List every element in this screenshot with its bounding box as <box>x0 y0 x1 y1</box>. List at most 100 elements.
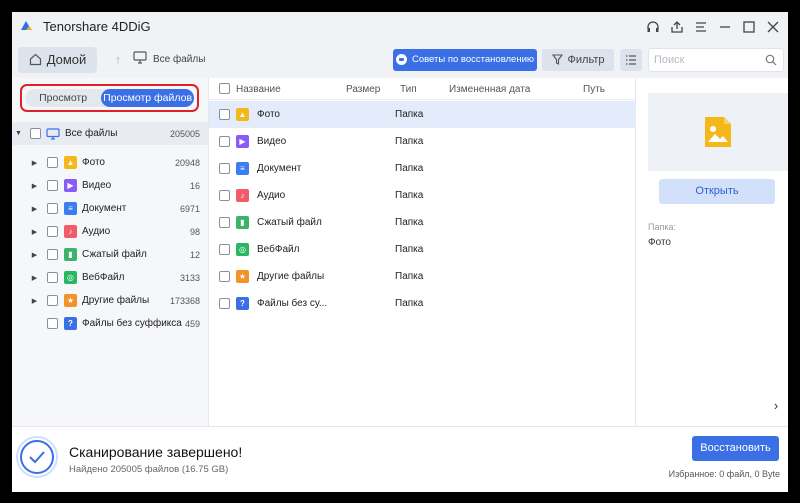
tree-count: 173368 <box>169 295 200 306</box>
other-files-icon: ★ <box>236 270 249 283</box>
checkbox[interactable] <box>30 128 41 139</box>
caret-down-icon[interactable]: ▼ <box>14 130 23 137</box>
minimize-icon[interactable] <box>716 18 734 36</box>
computer-icon <box>133 50 147 69</box>
computer-icon <box>46 127 60 140</box>
tree-item-all-files[interactable]: ▼ Все файлы 205005 <box>12 122 208 145</box>
document-icon: ≡ <box>64 202 77 215</box>
tree-item-audio[interactable]: ▶ ♪ Аудио 98 <box>12 220 208 243</box>
checkbox[interactable] <box>47 318 58 329</box>
select-all-checkbox[interactable] <box>219 83 230 94</box>
tree-count: 20948 <box>174 157 200 168</box>
search-input[interactable] <box>649 53 759 66</box>
checkbox[interactable] <box>47 249 58 260</box>
open-button[interactable]: Открыть <box>659 179 775 204</box>
column-modified[interactable]: Измененная дата <box>449 84 530 95</box>
document-icon: ≡ <box>236 162 249 175</box>
row-type: Папка <box>395 271 424 282</box>
breadcrumb[interactable]: Все файлы <box>153 54 205 65</box>
video-icon: ▶ <box>64 179 77 192</box>
table-row[interactable]: ★ Другие файлы Папка <box>209 263 636 290</box>
folder-label: Папка: <box>648 222 676 232</box>
caret-right-icon[interactable]: ▶ <box>30 251 39 259</box>
caret-right-icon[interactable]: ▶ <box>30 274 39 282</box>
row-type: Папка <box>395 190 424 201</box>
up-arrow-icon[interactable]: ↑ <box>111 52 125 67</box>
checkbox[interactable] <box>219 109 230 120</box>
caret-right-icon[interactable]: ▶ <box>30 297 39 305</box>
checkbox[interactable] <box>47 272 58 283</box>
caret-right-icon[interactable]: ▶ <box>30 182 39 190</box>
row-type: Папка <box>395 109 424 120</box>
app-title: Tenorshare 4DDiG <box>43 19 151 34</box>
checkbox[interactable] <box>219 217 230 228</box>
audio-icon: ♪ <box>64 225 77 238</box>
tree-item-other[interactable]: ▶ ★ Другие файлы 173368 <box>12 289 208 312</box>
tree-item-photo[interactable]: ▶ ▲ Фото 20948 <box>12 151 208 174</box>
checkbox[interactable] <box>219 190 230 201</box>
view-toggle-highlight: Просмотр Просмотр файлов <box>20 84 199 112</box>
tree-label: Файлы без суффикса <box>82 318 182 329</box>
chevron-right-icon[interactable]: › <box>768 396 784 416</box>
row-type: Папка <box>395 244 424 255</box>
tab-preview[interactable]: Просмотр <box>25 89 101 107</box>
checkbox[interactable] <box>219 271 230 282</box>
filter-button[interactable]: Фильтр <box>542 48 614 71</box>
row-name: Фото <box>257 109 280 120</box>
tree-count: 16 <box>189 180 200 191</box>
tree-item-web[interactable]: ▶ ◎ ВебФайл 3133 <box>12 266 208 289</box>
tab-file-view[interactable]: Просмотр файлов <box>101 89 194 107</box>
table-row[interactable]: ? Файлы без су... Папка <box>209 290 636 317</box>
app-logo-icon <box>19 19 34 34</box>
tree-label: Другие файлы <box>82 295 150 306</box>
home-button[interactable]: Домой <box>18 46 97 73</box>
scan-status-title: Сканирование завершено! <box>69 444 243 460</box>
checkbox[interactable] <box>219 136 230 147</box>
checkbox[interactable] <box>219 163 230 174</box>
caret-right-icon[interactable]: ▶ <box>30 205 39 213</box>
checkbox[interactable] <box>47 295 58 306</box>
share-icon[interactable] <box>668 18 686 36</box>
search-icon[interactable] <box>765 54 777 66</box>
list-header: Название Размер Тип Измененная дата Путь <box>209 78 636 100</box>
table-row[interactable]: ♪ Аудио Папка <box>209 182 636 209</box>
tree-item-archive[interactable]: ▶ ▮ Сжатый файл 12 <box>12 243 208 266</box>
checkbox[interactable] <box>219 244 230 255</box>
recover-button[interactable]: Восстановить <box>692 436 779 461</box>
table-row[interactable]: ▮ Сжатый файл Папка <box>209 209 636 236</box>
row-name: Другие файлы <box>257 271 325 282</box>
recovery-tips-button[interactable]: Советы по восстановлению <box>393 48 537 71</box>
tree-count: 12 <box>189 249 200 260</box>
close-icon[interactable] <box>764 18 782 36</box>
tree-label: Видео <box>82 180 112 191</box>
checkbox[interactable] <box>219 298 230 309</box>
list-view-button[interactable] <box>620 48 642 71</box>
tree-item-document[interactable]: ▶ ≡ Документ 6971 <box>12 197 208 220</box>
caret-right-icon[interactable]: ▶ <box>30 228 39 236</box>
caret-right-icon[interactable]: ▶ <box>30 159 39 167</box>
table-row[interactable]: ≡ Документ Папка <box>209 155 636 182</box>
table-row[interactable]: ▶ Видео Папка <box>209 128 636 155</box>
checkbox[interactable] <box>47 157 58 168</box>
column-name[interactable]: Название <box>236 84 281 95</box>
checkbox[interactable] <box>47 226 58 237</box>
table-row[interactable]: ◎ ВебФайл Папка <box>209 236 636 263</box>
checkbox[interactable] <box>47 203 58 214</box>
column-type[interactable]: Тип <box>400 84 417 95</box>
row-name: Файлы без су... <box>257 298 328 309</box>
column-path[interactable]: Путь <box>583 84 605 95</box>
list-view-icon <box>626 54 636 65</box>
home-icon <box>29 53 41 66</box>
checkbox[interactable] <box>47 180 58 191</box>
status-bar: Сканирование завершено! Найдено 205005 ф… <box>12 426 788 492</box>
maximize-icon[interactable] <box>740 18 758 36</box>
sidebar: Просмотр Просмотр файлов ▼ Все файлы 205… <box>12 78 209 426</box>
support-headset-icon[interactable] <box>644 18 662 36</box>
tree-item-no-suffix[interactable]: ? Файлы без суффикса 459 <box>12 312 208 335</box>
column-size[interactable]: Размер <box>346 84 380 95</box>
menu-icon[interactable] <box>692 18 710 36</box>
table-row[interactable]: ▲ Фото Папка <box>209 101 636 128</box>
tree-count: 3133 <box>179 272 200 283</box>
filter-label: Фильтр <box>567 53 605 66</box>
tree-item-video[interactable]: ▶ ▶ Видео 16 <box>12 174 208 197</box>
